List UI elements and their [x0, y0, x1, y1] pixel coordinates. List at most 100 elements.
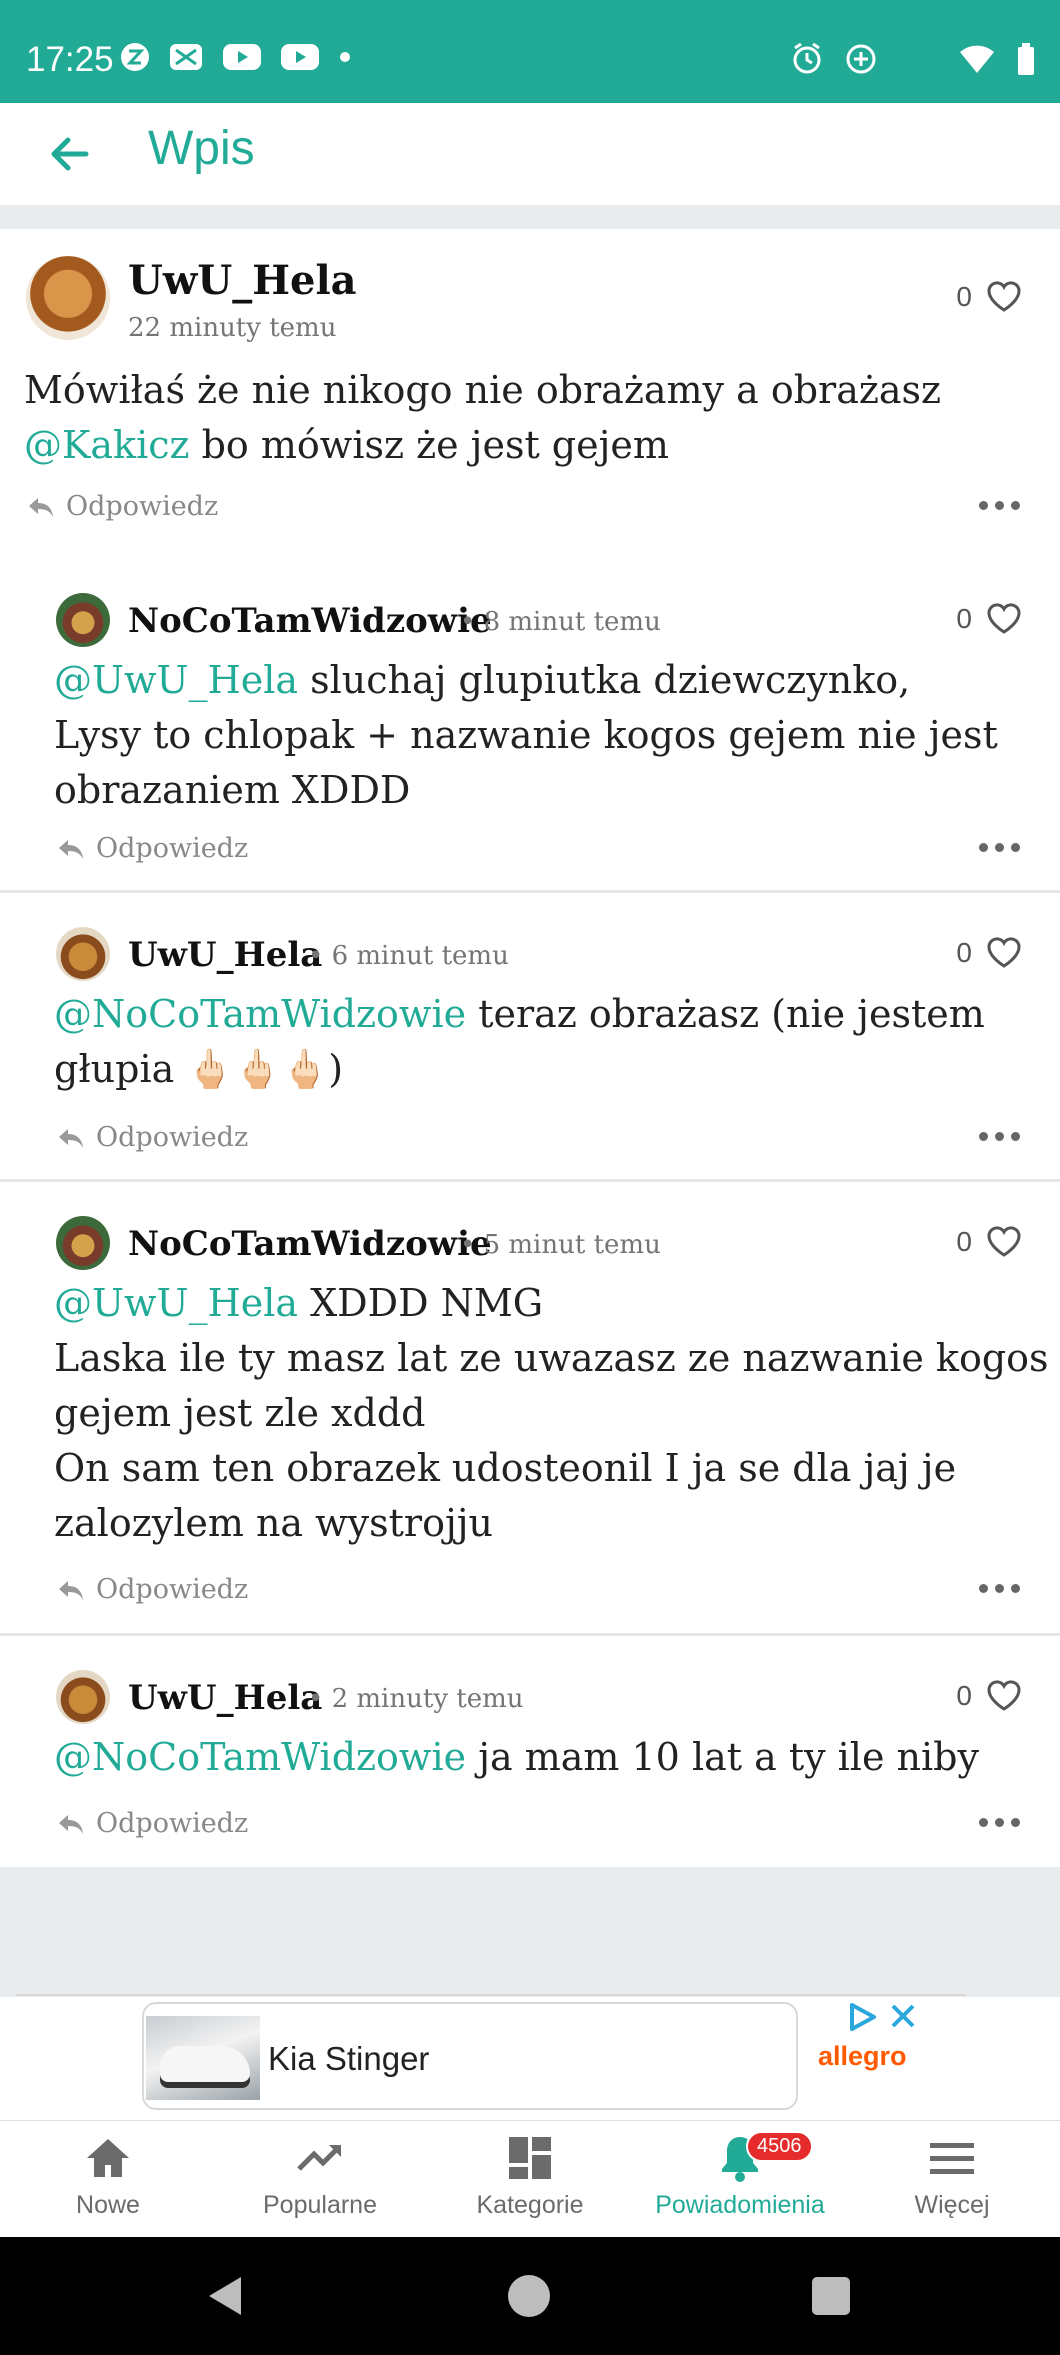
- like-control[interactable]: 0: [956, 281, 1022, 313]
- system-home-icon[interactable]: [508, 2275, 550, 2317]
- like-control[interactable]: 0: [956, 1226, 1022, 1258]
- like-count: 0: [956, 937, 972, 968]
- reply-icon: [59, 1128, 83, 1148]
- ad-title[interactable]: Kia Stinger: [268, 2040, 429, 2078]
- reply-comment: NoCoTamWidzowie • 5 minut temu 0 @UwU_He…: [0, 1182, 1060, 1632]
- reply-comment: UwU_Hela • 6 minut temu 0 @NoCoTamWidzow…: [0, 893, 1060, 1178]
- comment-time: • 2 minuty temu: [308, 1684, 524, 1714]
- status-time: 17:25: [26, 40, 114, 79]
- reply-label: Odpowiedz: [66, 491, 219, 522]
- comment-author[interactable]: NoCoTamWidzowie: [128, 601, 492, 641]
- dot-icon: [340, 52, 350, 62]
- avatar[interactable]: [26, 256, 110, 340]
- reply-icon: [59, 1580, 83, 1600]
- reply-icon: [59, 839, 83, 859]
- comment-author[interactable]: UwU_Hela: [128, 935, 322, 975]
- like-control[interactable]: 0: [956, 603, 1022, 635]
- comment-author[interactable]: NoCoTamWidzowie: [128, 1224, 492, 1264]
- heart-icon[interactable]: [986, 1680, 1022, 1712]
- system-back-icon[interactable]: [205, 2273, 245, 2319]
- comment-text-line: @NoCoTamWidzowie ja mam 10 lat a ty ile …: [54, 1730, 979, 1785]
- nav-item-powiadomienia[interactable]: 4506 Powiadomienia: [634, 2121, 846, 2238]
- comment-text-line: głupia 🖕🏻🖕🏻🖕🏻): [54, 1047, 344, 1091]
- dashboard-icon: [509, 2137, 551, 2179]
- system-navigation-bar: [0, 2237, 1060, 2355]
- ad-image[interactable]: [146, 2016, 260, 2100]
- notification-icons: [120, 42, 352, 72]
- mention-link[interactable]: @UwU_Hela: [54, 658, 298, 702]
- like-count: 0: [956, 1680, 972, 1711]
- comment-time: • 5 minut temu: [460, 1230, 661, 1260]
- like-control[interactable]: 0: [956, 1680, 1022, 1712]
- mention-link[interactable]: @NoCoTamWidzowie: [54, 992, 466, 1036]
- avatar[interactable]: [56, 1216, 110, 1270]
- adchoices-icon[interactable]: [846, 2001, 880, 2033]
- more-options-icon[interactable]: [979, 1584, 1020, 1593]
- nav-item-kategorie[interactable]: Kategorie: [424, 2121, 636, 2238]
- post-text-line: @Kakicz bo mówisz że jest gejem: [24, 418, 941, 473]
- avatar[interactable]: [56, 1670, 110, 1724]
- like-control[interactable]: 0: [956, 937, 1022, 969]
- comment-body: @NoCoTamWidzowie teraz obrażasz (nie jes…: [54, 987, 985, 1097]
- nav-item-nowe[interactable]: Nowe: [2, 2121, 214, 2238]
- back-arrow-icon[interactable]: [44, 129, 94, 179]
- reply-comment: NoCoTamWidzowie • 8 minut temu 0 @UwU_He…: [0, 559, 1060, 889]
- more-options-icon[interactable]: [979, 843, 1020, 852]
- system-icons: [790, 42, 1036, 76]
- post-author[interactable]: UwU_Hela: [128, 257, 357, 304]
- bottom-navigation: Nowe Popularne Kategorie 4506 Powiadomie…: [0, 2120, 1060, 2237]
- youtube-icon: [223, 44, 261, 70]
- reply-label: Odpowiedz: [96, 1574, 249, 1605]
- nav-label: Nowe: [76, 2191, 140, 2219]
- more-options-icon[interactable]: [979, 1132, 1020, 1141]
- ad-brand[interactable]: allegro: [818, 2041, 907, 2072]
- comment-author[interactable]: UwU_Hela: [128, 1678, 322, 1718]
- reply-button[interactable]: Odpowiedz: [56, 833, 248, 864]
- post-body: Mówiłaś że nie nikogo nie obrażamy a obr…: [24, 363, 941, 473]
- reply-label: Odpowiedz: [96, 1808, 249, 1839]
- mention-link[interactable]: @UwU_Hela: [54, 1281, 298, 1325]
- top-app-bar: Wpis: [0, 103, 1060, 205]
- zalando-icon: [121, 43, 149, 71]
- comment-text-line: @NoCoTamWidzowie teraz obrażasz (nie jes…: [54, 987, 985, 1042]
- nav-label: Popularne: [263, 2191, 377, 2219]
- more-options-icon[interactable]: [979, 1818, 1020, 1827]
- main-post: UwU_Hela 22 minuty temu 0 Mówiłaś że nie…: [0, 229, 1060, 524]
- comment-text: teraz obrażasz (nie jestem: [466, 992, 985, 1036]
- heart-icon[interactable]: [986, 603, 1022, 635]
- heart-icon[interactable]: [986, 1226, 1022, 1258]
- close-icon[interactable]: [888, 2001, 918, 2031]
- like-count: 0: [956, 281, 972, 312]
- mention-link[interactable]: @Kakicz: [24, 423, 190, 467]
- comment-time: • 8 minut temu: [460, 607, 661, 637]
- reply-button[interactable]: Odpowiedz: [56, 1574, 248, 1605]
- nav-label: Powiadomienia: [655, 2191, 825, 2219]
- reply-label: Odpowiedz: [96, 833, 249, 864]
- nav-item-wiecej[interactable]: Więcej: [846, 2121, 1058, 2238]
- post-text: bo mówisz że jest gejem: [189, 423, 669, 467]
- reply-icon: [29, 497, 53, 517]
- mention-link[interactable]: @NoCoTamWidzowie: [54, 1735, 466, 1779]
- nav-label: Kategorie: [476, 2191, 584, 2219]
- reply-button[interactable]: Odpowiedz: [56, 1808, 248, 1839]
- nav-label: Więcej: [914, 2191, 990, 2219]
- heart-icon[interactable]: [986, 281, 1022, 313]
- ad-card[interactable]: Kia Stinger: [142, 2002, 798, 2110]
- comment-text-line: gejem jest zle xddd: [54, 1391, 426, 1435]
- battery-icon: [1018, 43, 1034, 75]
- system-recents-icon[interactable]: [812, 2277, 850, 2315]
- avatar[interactable]: [56, 593, 110, 647]
- comment-time: • 6 minut temu: [308, 941, 509, 971]
- ad-separator: [16, 1994, 966, 1996]
- heart-icon[interactable]: [986, 937, 1022, 969]
- nav-item-popularne[interactable]: Popularne: [214, 2121, 426, 2238]
- avatar[interactable]: [56, 927, 110, 981]
- reply-button[interactable]: Odpowiedz: [26, 491, 218, 522]
- reply-button[interactable]: Odpowiedz: [56, 1122, 248, 1153]
- ad-banner[interactable]: Kia Stinger allegro: [0, 1997, 1060, 2120]
- comment-text-line: @UwU_Hela sluchaj glupiutka dziewczynko,: [54, 653, 998, 708]
- reply-comment: UwU_Hela • 2 minuty temu 0 @NoCoTamWidzo…: [0, 1636, 1060, 1867]
- comment-text-line: obrazaniem XDDD: [54, 768, 411, 812]
- comment-text-line: Lysy to chlopak + nazwanie kogos gejem n…: [54, 713, 998, 757]
- more-options-icon[interactable]: [979, 501, 1020, 510]
